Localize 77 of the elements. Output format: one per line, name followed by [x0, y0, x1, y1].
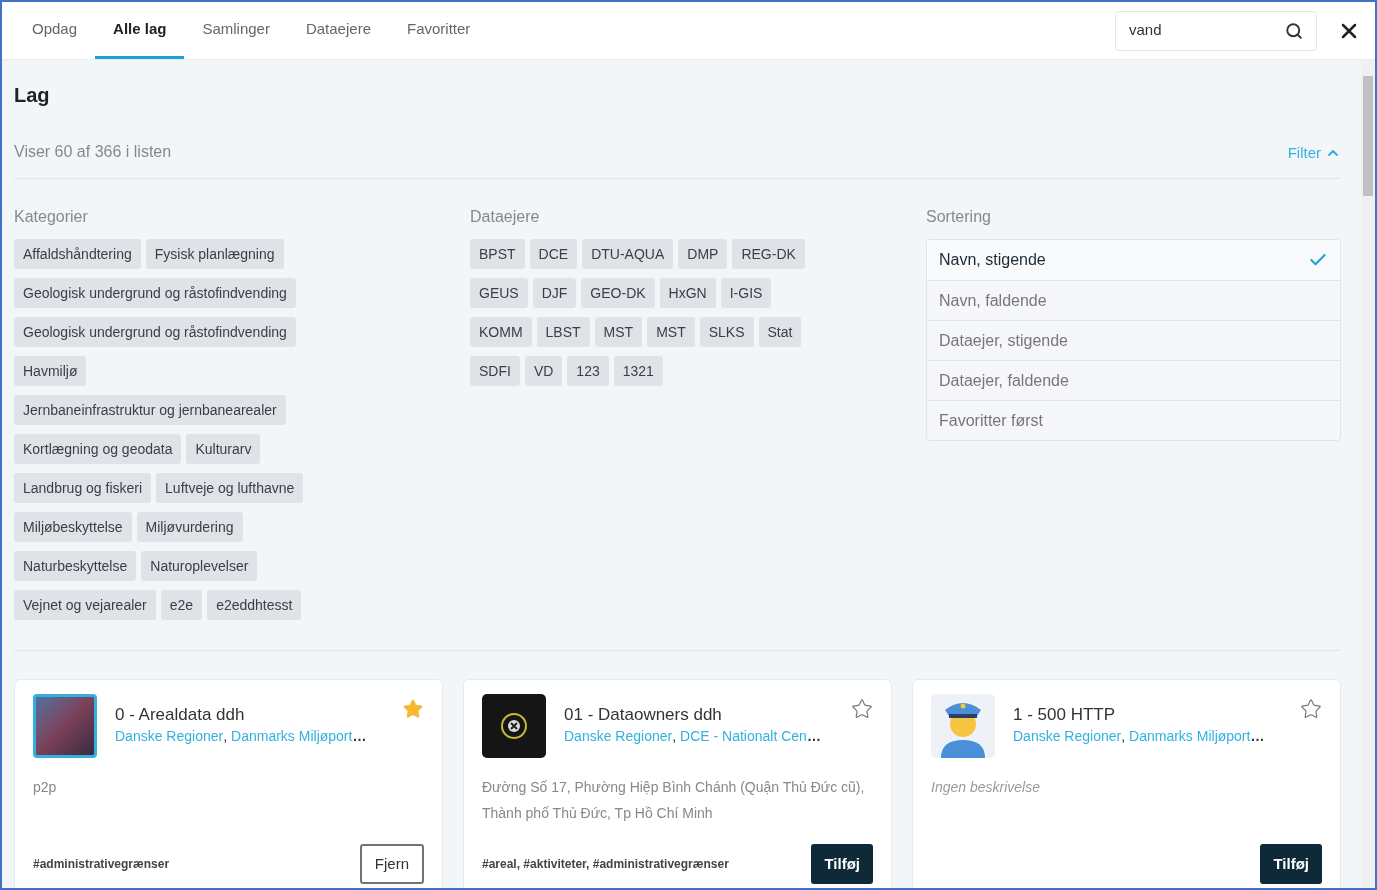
add-button[interactable]: Tilføj: [811, 844, 873, 884]
separator: ,: [672, 727, 677, 746]
sort-option[interactable]: Dataejer, stigende: [927, 320, 1340, 360]
filter-chip[interactable]: MST: [594, 317, 643, 347]
filter-chip[interactable]: Miljøvurdering: [136, 512, 243, 542]
sort-option[interactable]: Favoritter først: [927, 400, 1340, 440]
filter-chip[interactable]: Havmiljø: [14, 356, 87, 386]
favorite-star-icon[interactable]: [402, 698, 424, 720]
ellipsis: …: [352, 727, 367, 746]
tab[interactable]: Favoritter: [389, 2, 489, 59]
layer-title[interactable]: 1 - 500 HTTP: [1013, 704, 1282, 726]
filter-chip[interactable]: e2e: [160, 590, 203, 620]
logo-icon: [482, 694, 546, 758]
filter-chip[interactable]: I-GIS: [720, 278, 772, 308]
filter-chip[interactable]: REG-DK: [732, 239, 805, 269]
filter-chip[interactable]: Naturbeskyttelse: [14, 551, 137, 581]
filter-chip[interactable]: BPST: [470, 239, 525, 269]
result-count: Viser 60 af 366 i listen: [14, 142, 172, 162]
filter-chip[interactable]: Miljøbeskyttelse: [14, 512, 132, 542]
filter-chip[interactable]: VD: [524, 356, 563, 386]
filter-chip[interactable]: LBST: [536, 317, 590, 347]
filter-chip[interactable]: KOMM: [470, 317, 532, 347]
tab[interactable]: Alle lag: [95, 2, 185, 59]
add-button[interactable]: Tilføj: [1260, 844, 1322, 884]
search-icon[interactable]: [1285, 21, 1303, 40]
layer-description: Ingen beskrivelse: [931, 778, 1041, 797]
search-input[interactable]: vand: [1129, 19, 1285, 42]
filter-heading: Kategorier: [14, 207, 89, 227]
filter-heading: Dataejere: [470, 207, 541, 227]
avatar-icon: [931, 694, 995, 758]
filter-chip[interactable]: Kortlægning og geodata: [14, 434, 182, 464]
filter-chip[interactable]: DTU-AQUA: [582, 239, 674, 269]
layer-description: p2p: [33, 778, 58, 797]
filter-chip[interactable]: GEUS: [470, 278, 528, 308]
ellipsis: …: [1250, 727, 1265, 746]
filter-chip[interactable]: Affaldshåndtering: [14, 239, 141, 269]
filter-chip[interactable]: GEO-DK: [581, 278, 655, 308]
separator: ,: [223, 727, 228, 746]
tag-list: #administrativegrænser: [33, 855, 170, 873]
filter-chip[interactable]: Fysisk planlægning: [145, 239, 284, 269]
favorite-star-icon[interactable]: [1300, 698, 1322, 720]
filter-chip[interactable]: Geologisk undergrund og råstofindvending: [14, 278, 296, 308]
filter-chip[interactable]: Stat: [758, 317, 802, 347]
search-field[interactable]: vand: [1115, 10, 1317, 51]
layer-description: Đường Số 17, Phường Hiệp Bình Chánh (Quận Thủ Đức cũ), Thành phố Thủ Đức, Tp Hồ Chí Minh: [482, 778, 866, 823]
filter-chip[interactable]: MST: [647, 317, 695, 347]
section-heading: Lag: [14, 83, 51, 108]
filter-chip[interactable]: Geologisk undergrund og råstofindvending: [14, 317, 296, 347]
filter-chip[interactable]: SDFI: [470, 356, 520, 386]
favorite-star-icon[interactable]: [851, 698, 873, 720]
filter-chip[interactable]: Landbrug og fiskeri: [14, 473, 152, 503]
filter-chip[interactable]: Vejnet og vejarealer: [14, 590, 156, 620]
filter-chip[interactable]: DMP: [678, 239, 728, 269]
separator: ,: [1121, 727, 1126, 746]
tab[interactable]: Dataejere: [287, 2, 389, 59]
filter-chip[interactable]: e2eddhtesst: [207, 590, 302, 620]
filter-chip[interactable]: DJF: [532, 278, 577, 308]
layer-title[interactable]: 0 - Arealdata ddh: [115, 704, 384, 726]
filter-chip[interactable]: SLKS: [699, 317, 754, 347]
remove-button[interactable]: Fjern: [359, 844, 424, 884]
tag-list: #areal, #aktiviteter, #administrativegrænser: [482, 855, 729, 873]
filter-chip[interactable]: Kulturarv: [186, 434, 261, 464]
sort-option[interactable]: Navn, faldende: [927, 280, 1340, 320]
tab[interactable]: Samlinger: [184, 2, 288, 59]
filter-chip[interactable]: 1321: [613, 356, 663, 386]
filter-heading: Sortering: [926, 207, 992, 227]
ellipsis: …: [806, 727, 821, 746]
filter-chip[interactable]: Jernbaneinfrastruktur og jernbanearealer: [14, 395, 286, 425]
filter-chip[interactable]: DCE: [529, 239, 578, 269]
photo-placeholder: [33, 694, 97, 758]
tab[interactable]: Opdag: [14, 2, 96, 59]
filter-chip[interactable]: Luftveje og lufthavne: [156, 473, 304, 503]
filter-chip[interactable]: 123: [567, 356, 609, 386]
sort-option[interactable]: Dataejer, faldende: [927, 360, 1340, 400]
filter-chip[interactable]: Naturoplevelser: [141, 551, 258, 581]
filter-chip[interactable]: HxGN: [659, 278, 716, 308]
layer-title[interactable]: 01 - Dataowners ddh: [564, 704, 833, 726]
